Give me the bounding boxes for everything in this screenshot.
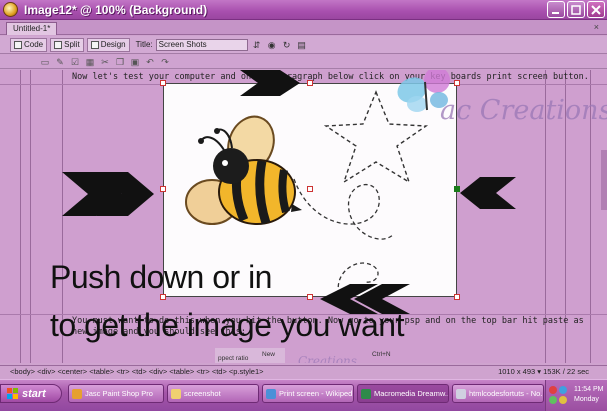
arrow-left-icon: [320, 284, 410, 314]
taskbar-item[interactable]: Macromedia Dreamw...: [357, 384, 449, 403]
tray-icons: [549, 386, 571, 404]
table-border: [30, 70, 31, 363]
ghost-new-item: New: [262, 351, 276, 358]
tab-untitled-1[interactable]: Untitled-1*: [6, 22, 58, 35]
code-view-label: Code: [24, 40, 44, 49]
tray-icon[interactable]: [559, 396, 567, 404]
clock-day: Monday: [574, 396, 599, 403]
tray-icon[interactable]: [559, 386, 567, 394]
resize-handle[interactable]: [160, 80, 166, 86]
arrow-right-icon: [240, 70, 300, 96]
taskbar-item[interactable]: screenshot: [167, 384, 259, 403]
browser-icon: [266, 389, 276, 399]
tray-icon[interactable]: [549, 396, 557, 404]
document-tab-bar: Untitled-1* ×: [0, 20, 607, 35]
taskbar-item[interactable]: htmlcodesfortuts - No...: [452, 384, 544, 403]
document-toolbar: Code Split Design Title: Screen Shots ⇵ …: [0, 36, 607, 54]
undo-icon[interactable]: ↶: [145, 57, 155, 67]
view-options-icon[interactable]: ▤: [296, 39, 308, 51]
taskbar-item-label: Jasc Paint Shop Pro: [85, 389, 153, 398]
taskbar-item-label: Print screen - Wikiped...: [279, 389, 354, 398]
ghost-caption: ppect ratio: [218, 355, 249, 362]
resize-handle[interactable]: [160, 186, 166, 192]
cut-icon[interactable]: ✂: [100, 57, 110, 67]
code-view-icon: [14, 40, 22, 49]
taskbar: start Jasc Paint Shop Pro screenshot Pri…: [0, 379, 607, 411]
insert-toolbar: ▭ ✎ ☑ ▦ ✂ ❐ ▣ ↶ ↷: [0, 55, 607, 69]
taskbar-item[interactable]: Jasc Paint Shop Pro: [68, 384, 164, 403]
paint-shop-pro-icon: [72, 389, 82, 399]
taskbar-item-label: htmlcodesfortuts - No...: [469, 389, 544, 398]
refresh-icon[interactable]: ↻: [281, 39, 293, 51]
resize-handle[interactable]: [307, 80, 313, 86]
preview-in-browser-icon[interactable]: ◉: [266, 39, 278, 51]
page-title-input[interactable]: Screen Shots: [155, 38, 248, 51]
start-label: start: [22, 387, 46, 400]
taskbar-item[interactable]: Print screen - Wikiped...: [262, 384, 354, 403]
resize-handle[interactable]: [307, 294, 313, 300]
status-bar: <body> <div> <center> <table> <tr> <td> …: [0, 365, 607, 377]
minimize-icon: [552, 11, 559, 14]
folder-icon[interactable]: ▭: [40, 57, 50, 67]
taskbar-item-label: Macromedia Dreamw...: [374, 389, 449, 398]
split-view-label: Split: [64, 40, 80, 49]
dreamweaver-icon: [361, 389, 371, 399]
paste-icon[interactable]: ▣: [130, 57, 140, 67]
watermark-text: ac Creations: [440, 95, 607, 126]
split-view-icon: [54, 40, 63, 49]
system-tray: 11:54 PM Monday: [545, 380, 607, 411]
code-view-button[interactable]: Code: [10, 37, 48, 52]
page-size-indicator[interactable]: 1010 x 493 ▾ 153K / 22 sec: [498, 366, 589, 377]
resize-handle[interactable]: [454, 294, 460, 300]
ghost-shortcut: Ctrl+N: [372, 351, 391, 358]
close-icon: [591, 4, 601, 15]
resize-handle[interactable]: [307, 186, 313, 192]
design-view[interactable]: Now let's test your computer and on the …: [0, 70, 607, 363]
paint-shop-pro-icon: [3, 2, 18, 17]
clock[interactable]: 11:54 PM: [574, 386, 603, 393]
table-border: [20, 70, 21, 363]
start-button[interactable]: start: [0, 384, 62, 403]
split-view-button[interactable]: Split: [50, 37, 84, 52]
paragraph-text: Now let's test your computer and on the …: [72, 72, 589, 82]
window-title: Image12* @ 100% (Background): [24, 2, 208, 17]
maximize-icon: [571, 4, 581, 15]
design-view-icon: [90, 40, 99, 49]
redo-icon[interactable]: ↷: [160, 57, 170, 67]
maximize-button[interactable]: [567, 1, 585, 18]
tag-selector[interactable]: <body> <div> <center> <table> <tr> <td> …: [10, 366, 264, 377]
table-icon[interactable]: ▦: [85, 57, 95, 67]
tray-icon[interactable]: [549, 386, 557, 394]
minimize-button[interactable]: [547, 1, 565, 18]
window-titlebar[interactable]: Image12* @ 100% (Background): [0, 0, 607, 20]
window-controls: [547, 1, 605, 18]
design-view-button[interactable]: Design: [86, 37, 130, 52]
title-label: Title:: [135, 40, 153, 49]
arrow-left-icon: [460, 177, 516, 209]
taskbar-item-label: screenshot: [184, 389, 221, 398]
check-icon[interactable]: ☑: [70, 57, 80, 67]
arrow-right-icon: [62, 172, 154, 216]
copy-icon[interactable]: ❐: [115, 57, 125, 67]
notepad-icon: [456, 389, 466, 399]
design-view-label: Design: [100, 40, 126, 49]
file-management-icon[interactable]: ⇵: [251, 39, 263, 51]
ghost-watermark: Creations: [298, 354, 357, 363]
vertical-scrollbar-thumb[interactable]: [601, 150, 607, 210]
annotation-line-1: Push down or in: [50, 259, 272, 295]
tab-close-icon[interactable]: ×: [594, 22, 599, 32]
folder-icon: [171, 389, 181, 399]
close-button[interactable]: [587, 1, 605, 18]
edit-icon[interactable]: ✎: [55, 57, 65, 67]
windows-logo-icon: [7, 388, 18, 399]
